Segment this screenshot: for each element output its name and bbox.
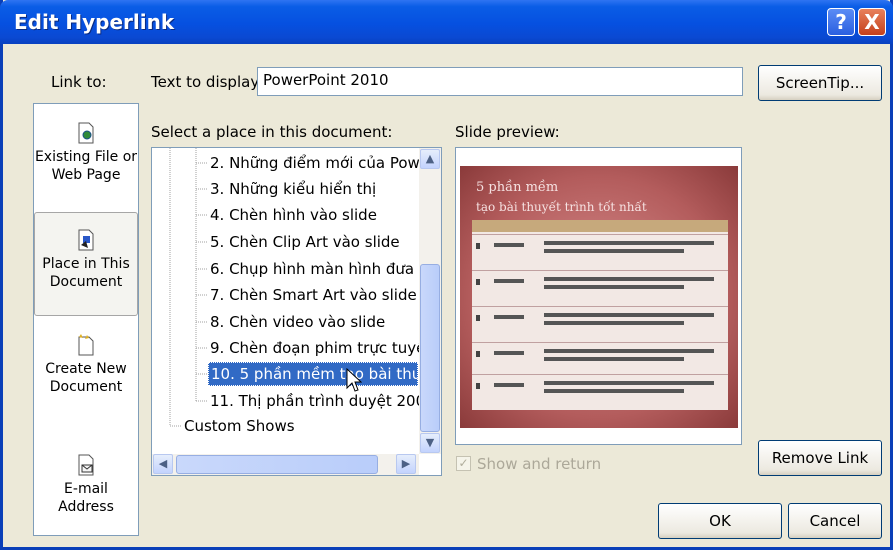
new-document-icon (78, 334, 94, 356)
close-button[interactable]: X (858, 8, 886, 36)
link-to-label: Link to: (51, 73, 107, 91)
tree-item[interactable]: 2. Những điểm mới của PowerPo (208, 152, 441, 174)
scroll-thumb[interactable] (420, 264, 440, 432)
slide-title: 5 phần mềm (476, 180, 559, 195)
email-icon (78, 454, 94, 476)
link-to-bar: Existing File or Web Page Place in This … (33, 103, 139, 536)
link-create-new-document[interactable]: Create New Document (34, 334, 138, 396)
help-button[interactable]: ? (827, 8, 855, 36)
tree-item-selected[interactable]: 10. 5 phần mềm tạo bài thuyết (208, 362, 441, 386)
mouse-cursor-icon (346, 368, 362, 392)
scroll-right-icon[interactable]: ▶ (396, 454, 416, 474)
show-and-return-label: Show and return (477, 455, 602, 473)
link-create-new-line2: Document (49, 379, 123, 395)
tree-horizontal-scrollbar[interactable]: ◀ ▶ (152, 454, 419, 475)
tree-item[interactable]: 11. Thị phần trình duyệt 2009 (208, 390, 437, 412)
tree-item[interactable]: 3. Những kiểu hiển thị (208, 178, 378, 200)
tree-item[interactable]: 8. Chèn video vào slide (208, 311, 387, 333)
edit-hyperlink-dialog: Edit Hyperlink ? X Link to: Existing Fil… (0, 0, 893, 550)
slide-thumbnail: 5 phần mềm tạo bài thuyết trình tốt nhất (460, 166, 738, 428)
slide-table-row (472, 342, 728, 376)
link-existing-file-line1: Existing File or (34, 149, 138, 165)
link-email-line1: E-mail Address (58, 481, 114, 515)
slide-preview-pane: 5 phần mềm tạo bài thuyết trình tốt nhất (455, 147, 742, 445)
scroll-up-icon[interactable]: ▲ (420, 149, 440, 169)
ok-button[interactable]: OK (658, 503, 782, 539)
cancel-button[interactable]: Cancel (788, 503, 882, 539)
link-place-in-document[interactable]: Place in This Document (34, 212, 138, 316)
show-and-return-checkbox[interactable]: ✓ (456, 456, 471, 471)
link-place-line1: Place in This (42, 256, 130, 272)
dialog-title: Edit Hyperlink (14, 10, 175, 34)
link-existing-file-line2: Web Page (51, 167, 121, 183)
scroll-left-icon[interactable]: ◀ (153, 454, 173, 474)
place-in-document-icon (78, 229, 94, 251)
slide-table-row (472, 234, 728, 268)
h-scroll-thumb[interactable] (176, 455, 378, 474)
tree-item[interactable]: 4. Chèn hình vào slide (208, 204, 379, 226)
remove-link-button[interactable]: Remove Link (758, 440, 882, 476)
tree-item[interactable]: 9. Chèn đoạn phim trực tuyến (208, 337, 437, 359)
text-to-display-label: Text to display: (151, 73, 264, 91)
slide-table-row (472, 306, 728, 340)
link-place-line2: Document (49, 274, 123, 290)
link-email-address[interactable]: E-mail Address (34, 454, 138, 516)
slide-table (472, 220, 728, 410)
slide-subtitle: tạo bài thuyết trình tốt nhất (476, 200, 647, 214)
text-to-display-input[interactable]: PowerPoint 2010 (257, 67, 743, 96)
screentip-button[interactable]: ScreenTip... (758, 65, 882, 101)
tree-item-custom-shows[interactable]: Custom Shows (182, 415, 297, 437)
link-create-new-line1: Create New (45, 361, 127, 377)
title-bar[interactable]: Edit Hyperlink ? X (0, 0, 893, 44)
tree-item[interactable]: 5. Chèn Clip Art vào slide (208, 231, 402, 253)
slide-preview-label: Slide preview: (455, 123, 560, 141)
slide-table-row (472, 374, 728, 408)
place-tree[interactable]: 2. Những điểm mới của PowerPo 3. Những k… (151, 147, 442, 476)
slide-table-header (472, 220, 728, 232)
link-existing-file[interactable]: Existing File or Web Page (34, 122, 138, 184)
slide-table-row (472, 270, 728, 304)
tree-item[interactable]: 6. Chụp hình màn hình đưa vào (208, 258, 441, 280)
scroll-down-icon[interactable]: ▼ (420, 433, 440, 453)
tree-item[interactable]: 7. Chèn Smart Art vào slide (208, 284, 419, 306)
tree-vertical-scrollbar[interactable]: ▲ ▼ (419, 148, 441, 454)
select-place-label: Select a place in this document: (151, 123, 393, 141)
existing-file-icon (78, 122, 94, 144)
